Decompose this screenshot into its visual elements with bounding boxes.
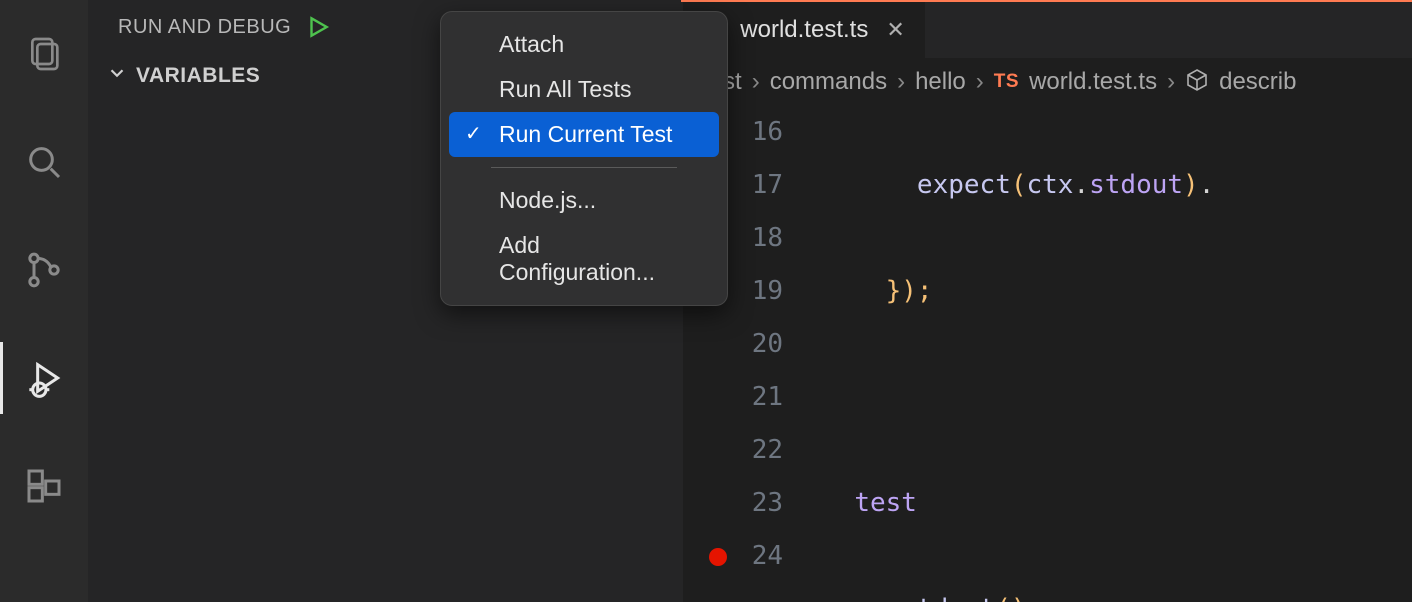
chevron-right-icon: › xyxy=(752,68,760,96)
symbol-method-icon xyxy=(1185,68,1209,96)
line-number: 21 xyxy=(683,371,783,424)
breakpoint-icon[interactable] xyxy=(709,548,727,566)
line-number: 23 xyxy=(683,477,783,530)
activity-run-debug[interactable] xyxy=(0,342,88,414)
breadcrumb-item[interactable]: describ xyxy=(1219,68,1296,96)
code-editor[interactable]: 16 17 18 19 20 21 22 23 24 expect(ctx.st… xyxy=(683,106,1412,602)
code-content[interactable]: expect(ctx.stdout). }); test .stdout() .… xyxy=(823,106,1412,602)
activity-bar xyxy=(0,0,88,602)
line-number: 22 xyxy=(683,424,783,477)
debug-config-dropdown: Attach Run All Tests Run Current Test No… xyxy=(440,11,728,306)
line-number: 24 xyxy=(683,530,783,583)
activity-explorer[interactable] xyxy=(0,18,88,90)
dropdown-divider xyxy=(491,167,677,168)
dropdown-item-run-current-test[interactable]: Run Current Test xyxy=(449,112,719,157)
variables-label: VARIABLES xyxy=(136,64,260,88)
dropdown-item-nodejs[interactable]: Node.js... xyxy=(449,178,719,223)
activity-search[interactable] xyxy=(0,126,88,198)
activity-source-control[interactable] xyxy=(0,234,88,306)
breadcrumb-item[interactable]: hello xyxy=(915,68,966,96)
dropdown-item-run-all-tests[interactable]: Run All Tests xyxy=(449,67,719,112)
chevron-right-icon: › xyxy=(1167,68,1175,96)
ts-file-icon: TS xyxy=(994,71,1019,93)
breadcrumb-item[interactable]: commands xyxy=(770,68,887,96)
start-debug-button[interactable] xyxy=(305,14,331,40)
chevron-right-icon: › xyxy=(897,68,905,96)
chevron-right-icon: › xyxy=(976,68,984,96)
close-tab-button[interactable]: ✕ xyxy=(886,17,904,43)
dropdown-item-add-configuration[interactable]: Add Configuration... xyxy=(449,223,719,295)
sidebar-title: RUN AND DEBUG xyxy=(118,16,291,39)
activity-extensions[interactable] xyxy=(0,450,88,522)
debug-sidebar: RUN AND DEBUG ··· VARIABLES Attach Run A… xyxy=(88,0,683,602)
breadcrumbs[interactable]: test › commands › hello › TS world.test.… xyxy=(683,58,1412,106)
dropdown-item-attach[interactable]: Attach xyxy=(449,22,719,67)
breadcrumb-item[interactable]: world.test.ts xyxy=(1029,68,1157,96)
editor-area: TS world.test.ts ✕ test › commands › hel… xyxy=(683,0,1412,602)
chevron-down-icon xyxy=(106,62,128,90)
tab-filename: world.test.ts xyxy=(740,16,868,44)
line-number: 20 xyxy=(683,318,783,371)
editor-tabs: TS world.test.ts ✕ xyxy=(683,2,1412,58)
